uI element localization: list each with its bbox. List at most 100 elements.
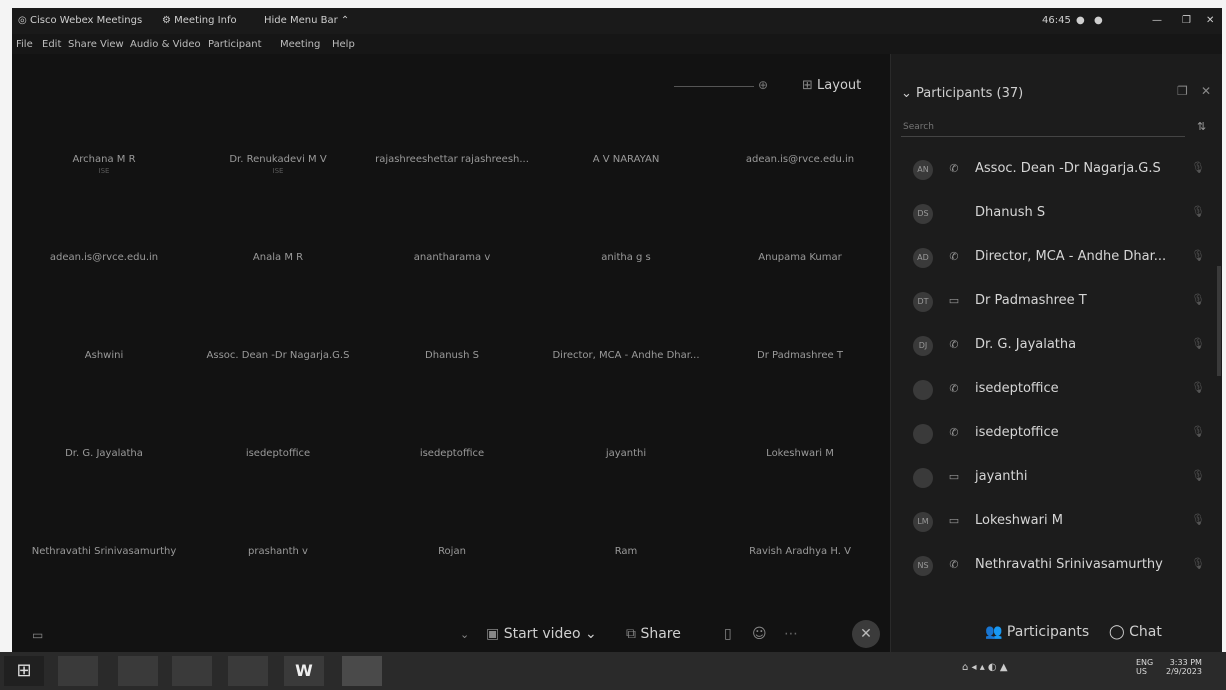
input-language[interactable]: ENG US (1136, 658, 1153, 676)
participant-row[interactable]: ▭ jayanthi 🎙 (903, 458, 1211, 498)
participant-row[interactable]: NS ✆ Nethravathi Srinivasamurthy 🎙 (903, 546, 1211, 586)
video-tile[interactable]: prashanth v (190, 546, 366, 557)
microphone-muted-icon[interactable]: 🎙 (1191, 469, 1205, 482)
settings-icon[interactable]: ● (1094, 15, 1103, 26)
video-tile[interactable]: anitha g s (538, 252, 714, 263)
share-button[interactable]: ⧉ Share (626, 626, 681, 642)
video-tile[interactable]: adean.is@rvce.edu.in (712, 154, 888, 165)
meeting-info-button[interactable]: ⚙ Meeting Info (162, 15, 237, 26)
microphone-muted-icon[interactable]: 🎙 (1191, 513, 1205, 526)
search-input[interactable] (901, 118, 1185, 137)
participant-name: Lokeshwari M (975, 513, 1063, 528)
video-tile[interactable]: Dhanush S (364, 350, 540, 361)
zoom-slider[interactable] (674, 86, 754, 87)
video-tile[interactable]: Lokeshwari M (712, 448, 888, 459)
video-tile[interactable]: jayanthi (538, 448, 714, 459)
phone-icon: ✆ (949, 338, 959, 351)
panel-scrollbar[interactable] (1217, 266, 1221, 376)
microphone-muted-icon[interactable]: 🎙 (1191, 381, 1205, 394)
video-icon: ▣ (486, 626, 500, 642)
webex-taskbar-icon[interactable] (342, 656, 382, 686)
close-icon[interactable]: ✕ (1206, 15, 1214, 26)
video-tile[interactable]: Dr. G. Jayalatha (16, 448, 192, 459)
participant-row[interactable]: LM ▭ Lokeshwari M 🎙 (903, 502, 1211, 542)
clock[interactable]: 3:33 PM 2/9/2023 (1166, 658, 1202, 676)
video-tile[interactable]: Rojan (364, 546, 540, 557)
end-call-button[interactable]: ✕ (852, 620, 880, 648)
more-options-icon[interactable]: ⋯ (784, 626, 798, 642)
hide-menu-bar-button[interactable]: Hide Menu Bar ⌃ (264, 15, 349, 26)
video-tile[interactable]: Anala M R (190, 252, 366, 263)
word-icon[interactable]: W (284, 656, 324, 686)
mute-dropdown-icon[interactable]: ⌄ (460, 628, 469, 641)
video-tile[interactable]: Ravish Aradhya H. V (712, 546, 888, 557)
reactions-icon[interactable]: ☺ (752, 626, 767, 642)
minimize-icon[interactable]: — (1152, 15, 1162, 26)
participant-row[interactable]: AD ✆ Director, MCA - Andhe Dhar... 🎙 (903, 238, 1211, 278)
title-bar: ◎ Cisco Webex Meetings ⚙ Meeting Info Hi… (12, 8, 1222, 34)
participant-name: Nethravathi Srinivasamurthy (975, 557, 1163, 572)
participant-row[interactable]: ✆ isedeptoffice 🎙 (903, 414, 1211, 454)
participant-row[interactable]: ✆ isedeptoffice 🎙 (903, 370, 1211, 410)
hide-menu-label: Hide Menu Bar (264, 15, 338, 26)
video-tile[interactable]: Ashwini (16, 350, 192, 361)
video-tile[interactable]: Director, MCA - Andhe Dhar... (538, 350, 714, 361)
video-tile[interactable]: Nethravathi Srinivasamurthy (16, 546, 192, 557)
start-video-button[interactable]: ▣ Start video ⌄ (486, 626, 597, 642)
participant-row[interactable]: DJ ✆ Dr. G. Jayalatha 🎙 (903, 326, 1211, 366)
menu-view[interactable]: View (100, 39, 124, 50)
captions-icon[interactable]: ▭ (32, 628, 43, 642)
microphone-muted-icon[interactable]: 🎙 (1191, 249, 1205, 262)
chrome-icon[interactable] (228, 656, 268, 686)
video-tile[interactable]: Anupama Kumar (712, 252, 888, 263)
video-tile[interactable]: Dr. Renukadevi M V ISE (190, 154, 366, 175)
microphone-muted-icon[interactable]: 🎙 (1191, 161, 1205, 174)
video-tile[interactable]: isedeptoffice (364, 448, 540, 459)
layout-button[interactable]: ⊞ Layout (802, 78, 861, 93)
video-tile[interactable]: anantharama v (364, 252, 540, 263)
microphone-muted-icon[interactable]: 🎙 (1191, 337, 1205, 350)
menu-share[interactable]: Share (68, 39, 97, 50)
video-tile[interactable]: rajashreeshettar rajashreesh... (364, 154, 540, 165)
video-tile[interactable]: adean.is@rvce.edu.in (16, 252, 192, 263)
app-icon[interactable] (172, 656, 212, 686)
video-tile[interactable]: isedeptoffice (190, 448, 366, 459)
menu-edit[interactable]: Edit (42, 39, 61, 50)
video-tile[interactable]: Ram (538, 546, 714, 557)
menu-file[interactable]: File (16, 39, 33, 50)
tile-name: rajashreeshettar rajashreesh... (375, 154, 529, 165)
microphone-muted-icon[interactable]: 🎙 (1191, 425, 1205, 438)
sort-icon[interactable]: ⇅ (1197, 120, 1206, 133)
participant-row[interactable]: DT ▭ Dr Padmashree T 🎙 (903, 282, 1211, 322)
popout-icon[interactable]: ❐ (1177, 84, 1188, 98)
video-tile[interactable]: Archana M R ISE (16, 154, 192, 175)
webex-window: ◎ Cisco Webex Meetings ⚙ Meeting Info Hi… (12, 8, 1222, 652)
video-tile[interactable]: A V NARAYAN (538, 154, 714, 165)
windows-start-icon[interactable]: ⊞ (4, 656, 44, 686)
microphone-muted-icon[interactable]: 🎙 (1191, 293, 1205, 306)
app-icon[interactable] (118, 656, 158, 686)
chat-button[interactable]: ◯ Chat (1109, 624, 1162, 640)
microphone-muted-icon[interactable]: 🎙 (1191, 205, 1205, 218)
phone-icon: ✆ (949, 558, 959, 571)
close-panel-icon[interactable]: ✕ (1201, 84, 1211, 98)
windows-taskbar: ⊞ W ⌂ ◂ ▴ ◐ ▲ ENG US 3:33 PM 2/9/2023 (0, 652, 1226, 690)
microphone-muted-icon[interactable]: 🎙 (1191, 557, 1205, 570)
record-icon[interactable]: ▯ (724, 626, 732, 642)
video-tile[interactable]: Dr Padmashree T (712, 350, 888, 361)
menu-audio-video[interactable]: Audio & Video (130, 39, 201, 50)
maximize-icon[interactable]: ❐ (1182, 15, 1191, 26)
avatar: DS (913, 204, 933, 224)
participant-row[interactable]: DS Dhanush S 🎙 (903, 194, 1211, 234)
menu-participant[interactable]: Participant (208, 39, 262, 50)
video-tile[interactable]: Assoc. Dean -Dr Nagarja.G.S (190, 350, 366, 361)
panel-title[interactable]: ⌄ Participants (37) (901, 86, 1023, 101)
zoom-in-icon[interactable]: ⊕ (758, 78, 768, 92)
file-explorer-icon[interactable] (58, 656, 98, 686)
system-tray-icons[interactable]: ⌂ ◂ ▴ ◐ ▲ (962, 662, 1008, 673)
menu-help[interactable]: Help (332, 39, 355, 50)
participants-button[interactable]: 👥 Participants (985, 624, 1089, 640)
region-label: US (1136, 667, 1147, 676)
participant-row[interactable]: AN ✆ Assoc. Dean -Dr Nagarja.G.S 🎙 (903, 150, 1211, 190)
menu-meeting[interactable]: Meeting (280, 39, 320, 50)
